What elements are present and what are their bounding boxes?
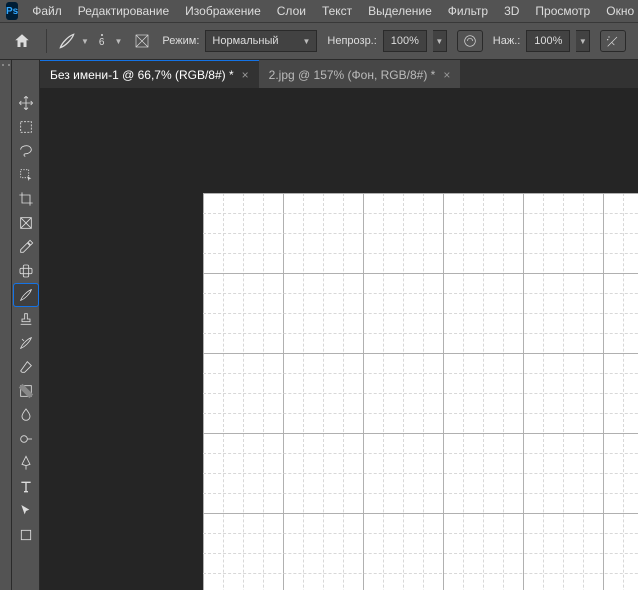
menu-окно[interactable]: Окно — [598, 4, 638, 18]
close-icon[interactable]: × — [242, 68, 249, 82]
pressure-opacity-toggle[interactable] — [457, 30, 483, 52]
canvas[interactable] — [203, 193, 638, 590]
toolbox — [12, 88, 40, 590]
home-button[interactable] — [8, 28, 36, 54]
menu-выделение[interactable]: Выделение — [360, 4, 440, 18]
flow-value[interactable]: 100% — [526, 30, 570, 52]
chevron-down-icon: ▼ — [302, 37, 310, 46]
blur-tool[interactable] — [14, 404, 38, 426]
flow-dropdown[interactable]: ▼ — [576, 30, 590, 52]
menu-файл[interactable]: Файл — [24, 4, 70, 18]
brush-size-picker[interactable]: 6 — [99, 34, 105, 48]
close-icon[interactable]: × — [443, 68, 450, 82]
airbrush-toggle[interactable] — [600, 30, 626, 52]
menu-текст[interactable]: Текст — [314, 4, 360, 18]
opacity-dropdown[interactable]: ▼ — [433, 30, 447, 52]
move-tool[interactable] — [14, 92, 38, 114]
frame-tool[interactable] — [14, 212, 38, 234]
stamp-tool[interactable] — [14, 308, 38, 330]
canvas-area[interactable] — [40, 88, 638, 590]
marquee-tool[interactable] — [14, 116, 38, 138]
chevron-down-icon[interactable]: ▼ — [114, 37, 122, 46]
menubar: Ps ФайлРедактированиеИзображениеСлоиТекс… — [0, 0, 638, 22]
document-tab[interactable]: 2.jpg @ 157% (Фон, RGB/8#) *× — [259, 60, 461, 88]
menu-фильтр[interactable]: Фильтр — [440, 4, 496, 18]
shape-tool[interactable] — [14, 524, 38, 546]
dodge-tool[interactable] — [14, 428, 38, 450]
crop-tool[interactable] — [14, 188, 38, 210]
gradient-tool[interactable] — [14, 380, 38, 402]
menu-редактирование[interactable]: Редактирование — [70, 4, 177, 18]
divider — [46, 29, 47, 53]
mode-label: Режим: — [162, 35, 199, 47]
brush-tool[interactable] — [14, 284, 38, 306]
quick-select-tool[interactable] — [14, 164, 38, 186]
history-brush-tool[interactable] — [14, 332, 38, 354]
mode-select[interactable]: Нормальный ▼ — [205, 30, 317, 52]
eyedropper-tool[interactable] — [14, 236, 38, 258]
path-select-tool[interactable] — [14, 500, 38, 522]
type-tool[interactable] — [14, 476, 38, 498]
menu-изображение[interactable]: Изображение — [177, 4, 269, 18]
menu-слои[interactable]: Слои — [269, 4, 314, 18]
ps-logo[interactable]: Ps — [6, 2, 18, 20]
menu-3d[interactable]: 3D — [496, 4, 527, 18]
document-tab[interactable]: Без имени-1 @ 66,7% (RGB/8#) *× — [40, 60, 259, 88]
chevron-down-icon: ▼ — [81, 37, 89, 46]
flow-label: Наж.: — [493, 35, 521, 47]
panel-collapse-strip[interactable] — [0, 60, 12, 590]
brush-preset-picker[interactable]: ▼ — [57, 31, 89, 51]
brush-panel-toggle[interactable] — [132, 31, 152, 51]
options-bar: ▼ 6 ▼ Режим: Нормальный ▼ Непрозр.: 100%… — [0, 22, 638, 60]
opacity-value[interactable]: 100% — [383, 30, 427, 52]
eraser-tool[interactable] — [14, 356, 38, 378]
healing-tool[interactable] — [14, 260, 38, 282]
pen-tool[interactable] — [14, 452, 38, 474]
menu-просмотр[interactable]: Просмотр — [527, 4, 598, 18]
lasso-tool[interactable] — [14, 140, 38, 162]
opacity-label: Непрозр.: — [327, 35, 376, 47]
document-tabs: Без имени-1 @ 66,7% (RGB/8#) *×2.jpg @ 1… — [12, 60, 638, 88]
